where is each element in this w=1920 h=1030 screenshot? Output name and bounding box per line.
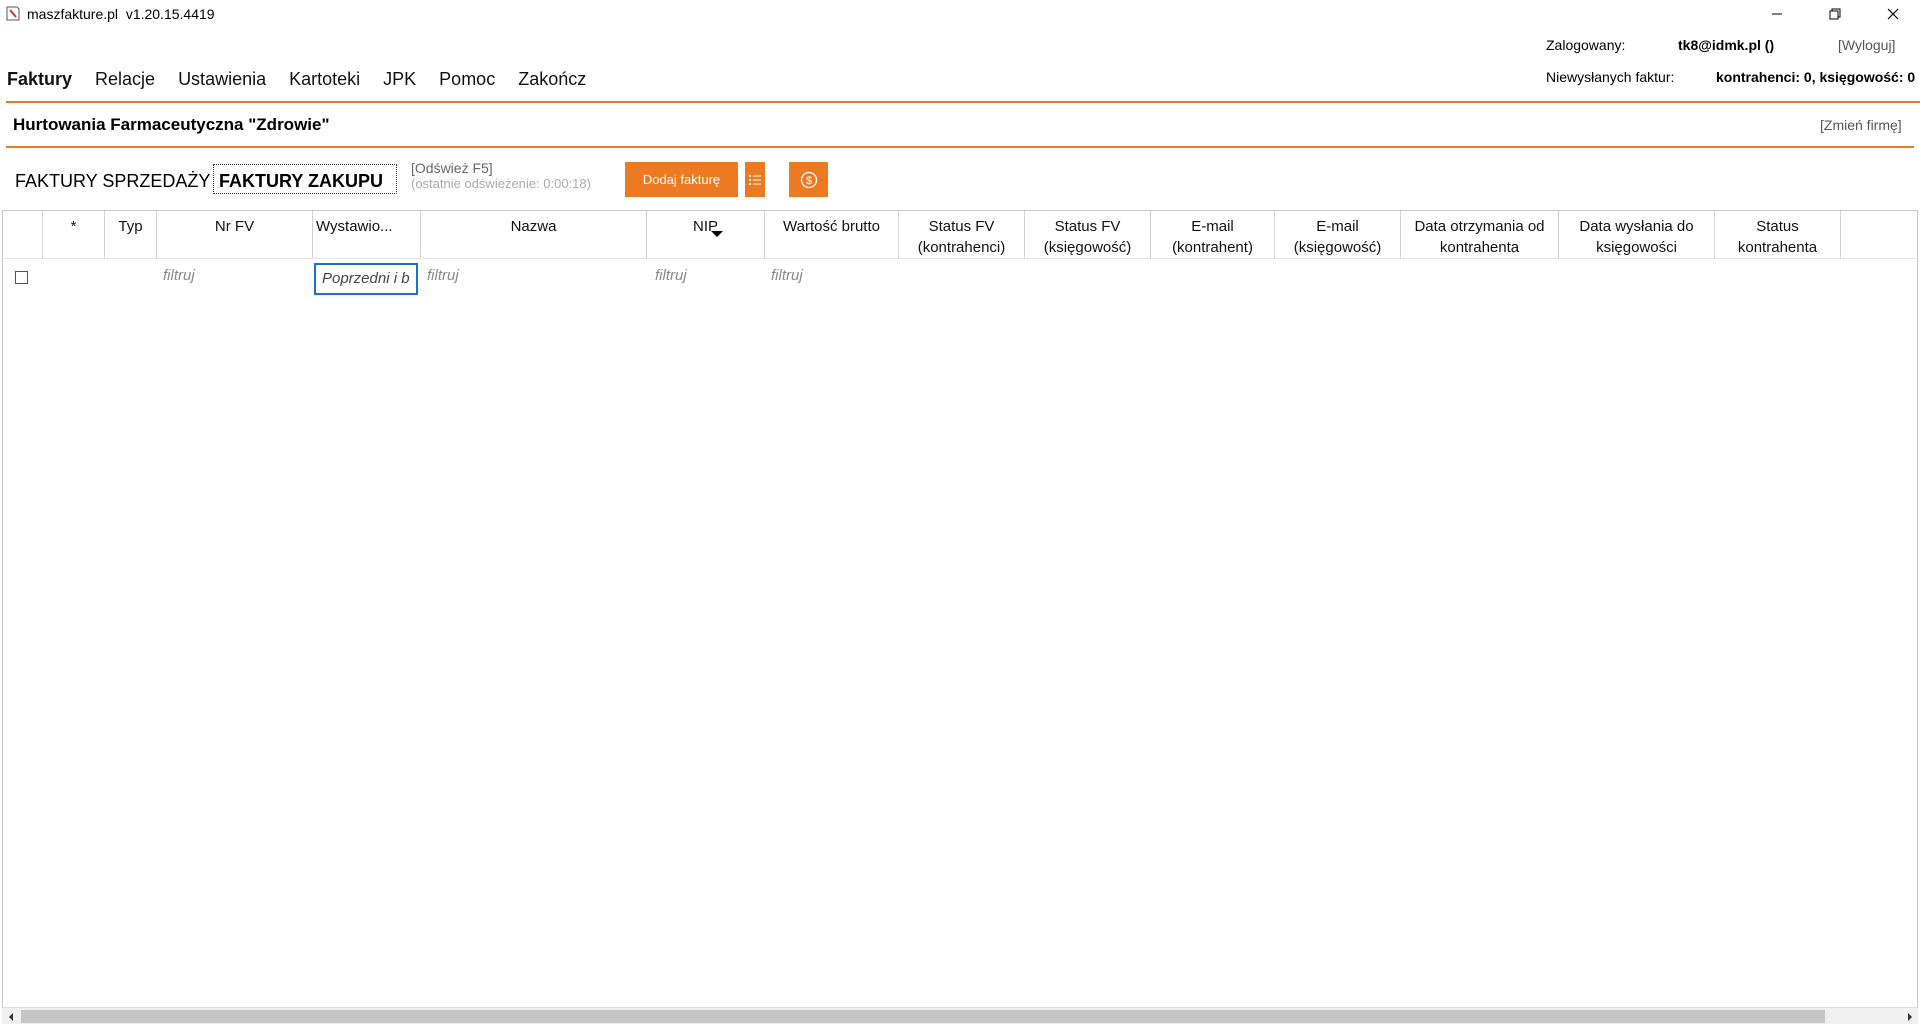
filter-issued-date[interactable]: Poprzedni i b: [314, 263, 418, 295]
restore-icon: [1829, 8, 1841, 20]
column-header-name[interactable]: Nazwa: [421, 211, 647, 258]
tab-sales-invoices[interactable]: FAKTURY SPRZEDAŻY: [15, 171, 210, 192]
window-title: maszfakture.pl v1.20.15.4419: [27, 6, 215, 22]
company-divider: [6, 146, 1914, 148]
filter-invoice-number[interactable]: filtruj: [163, 267, 195, 284]
logged-label: Zalogowany:: [1546, 37, 1626, 53]
invoice-grid: * Typ Nr FV Wystawio... Nazwa NIP Wartoś…: [2, 210, 1918, 1024]
dollar-icon: $: [800, 171, 817, 188]
scroll-right-button[interactable]: [1901, 1008, 1918, 1025]
column-header-issued[interactable]: Wystawio...: [313, 211, 723, 258]
column-header-select[interactable]: [3, 211, 43, 258]
unsent-value: kontrahenci: 0, księgowość: 0: [1716, 69, 1916, 85]
title-bar: maszfakture.pl v1.20.15.4419: [0, 0, 1920, 28]
filter-name[interactable]: filtruj: [427, 267, 459, 284]
change-company-link[interactable]: [Zmień firmę]: [1820, 117, 1902, 133]
unsent-label: Niewysłanych faktur:: [1546, 69, 1675, 85]
column-header-sent-date[interactable]: Data wysłania do księgowości: [1559, 211, 1715, 258]
grid-header: * Typ Nr FV Wystawio... Nazwa NIP Wartoś…: [3, 211, 1917, 259]
minimize-icon: [1772, 13, 1782, 15]
payment-button[interactable]: $: [789, 162, 828, 197]
logout-link[interactable]: [Wyloguj]: [1838, 37, 1895, 53]
column-header-nip[interactable]: NIP: [647, 211, 765, 258]
column-header-received-date[interactable]: Data otrzymania od kontrahenta: [1401, 211, 1559, 258]
column-header-status-accounting[interactable]: Status FV (księgowość): [1025, 211, 1151, 258]
close-button[interactable]: [1864, 0, 1920, 28]
menu-item-faktury[interactable]: Faktury: [7, 69, 72, 90]
column-header-status-contractors[interactable]: Status FV (kontrahenci): [899, 211, 1025, 258]
minimize-button[interactable]: [1748, 0, 1806, 28]
app-logo-icon: [6, 6, 20, 21]
logged-user: tk8@idmk.pl (): [1678, 37, 1775, 53]
list-options-button[interactable]: [745, 162, 765, 197]
arrow-left-icon: [8, 1012, 13, 1021]
column-header-star[interactable]: *: [43, 211, 105, 258]
svg-text:$: $: [805, 175, 811, 187]
menu-item-jpk[interactable]: JPK: [383, 69, 416, 90]
menu-item-relacje[interactable]: Relacje: [95, 69, 155, 90]
select-all-checkbox[interactable]: [15, 271, 28, 284]
column-header-invoice-number[interactable]: Nr FV: [157, 211, 313, 258]
filter-gross-value[interactable]: filtruj: [771, 267, 803, 284]
company-name: Hurtowania Farmaceutyczna "Zdrowie": [13, 115, 330, 134]
column-header-email-accounting[interactable]: E-mail (księgowość): [1275, 211, 1401, 258]
menu-divider: [6, 101, 1920, 103]
menu-item-pomoc[interactable]: Pomoc: [439, 69, 495, 90]
main-menu: Faktury Relacje Ustawienia Kartoteki JPK…: [7, 69, 609, 90]
list-icon: [749, 174, 761, 185]
refresh-link[interactable]: [Odśwież F5]: [411, 160, 493, 176]
column-header-contractor-status[interactable]: Status kontrahenta: [1715, 211, 1841, 258]
horizontal-scrollbar[interactable]: [2, 1007, 1918, 1024]
last-refresh-text: (ostatnie odświeżenie: 0:00:18): [411, 176, 591, 191]
add-invoice-button[interactable]: Dodaj fakturę: [625, 162, 738, 197]
scroll-left-button[interactable]: [2, 1008, 19, 1025]
close-icon: [1887, 8, 1899, 20]
arrow-right-icon: [1907, 1012, 1912, 1021]
tab-purchase-invoices[interactable]: FAKTURY ZAKUPU: [213, 164, 397, 194]
menu-item-ustawienia[interactable]: Ustawienia: [178, 69, 266, 90]
menu-item-kartoteki[interactable]: Kartoteki: [289, 69, 360, 90]
restore-button[interactable]: [1806, 0, 1864, 28]
menu-item-zakoncz[interactable]: Zakończ: [518, 69, 586, 90]
column-header-type[interactable]: Typ: [105, 211, 157, 258]
filter-nip[interactable]: filtruj: [655, 267, 687, 284]
column-header-issued-label: Wystawio...: [316, 218, 393, 235]
column-header-gross-value[interactable]: Wartość brutto: [765, 211, 899, 258]
scrollbar-thumb[interactable]: [21, 1010, 1825, 1023]
column-header-email-contractor[interactable]: E-mail (kontrahent): [1151, 211, 1275, 258]
